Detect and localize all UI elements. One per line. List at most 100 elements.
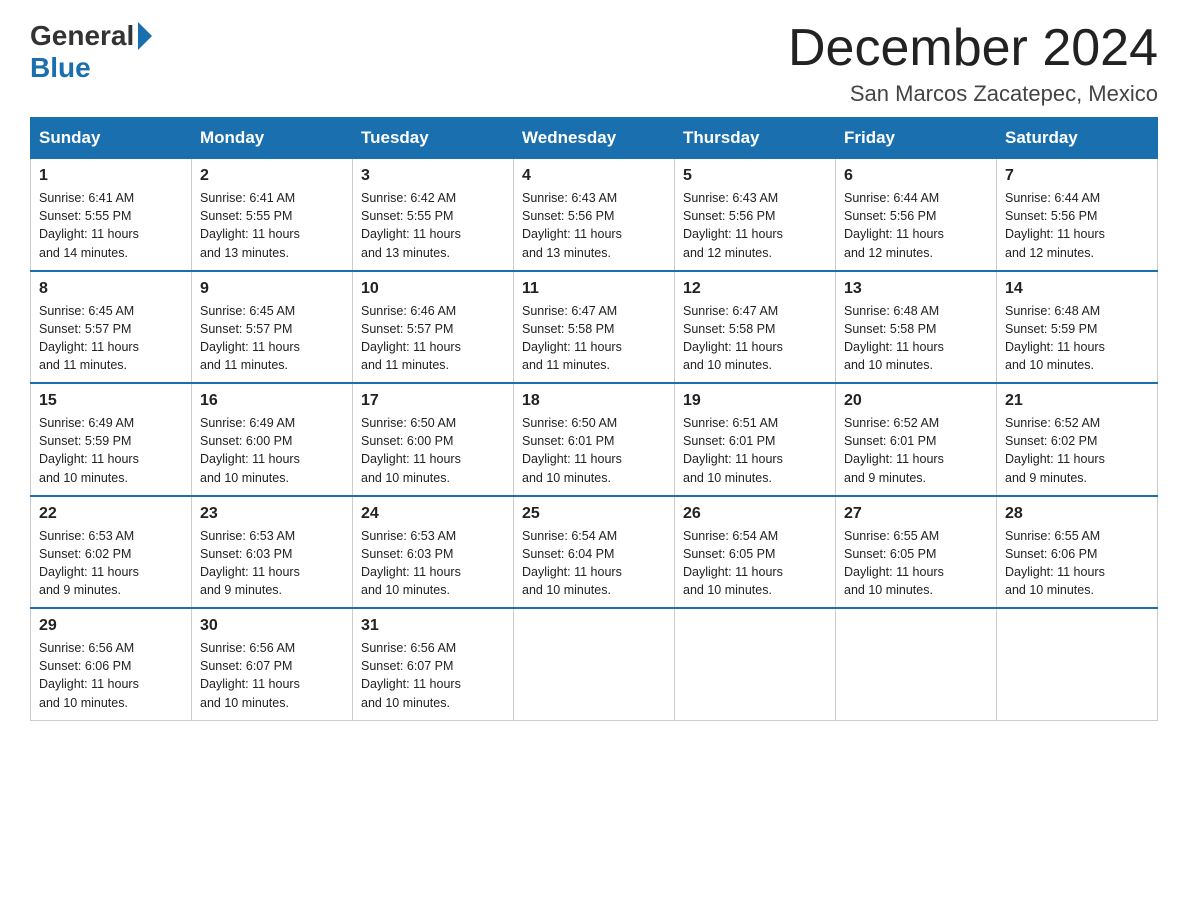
- day-number: 26: [683, 505, 827, 523]
- day-info: Sunrise: 6:47 AM Sunset: 5:58 PM Dayligh…: [522, 302, 666, 375]
- location-title: San Marcos Zacatepec, Mexico: [788, 81, 1158, 107]
- logo-general: General: [30, 20, 152, 52]
- day-info: Sunrise: 6:56 AM Sunset: 6:07 PM Dayligh…: [200, 639, 344, 712]
- calendar-cell: 20 Sunrise: 6:52 AM Sunset: 6:01 PM Dayl…: [836, 383, 997, 496]
- calendar-cell: 23 Sunrise: 6:53 AM Sunset: 6:03 PM Dayl…: [192, 496, 353, 609]
- calendar-cell: [997, 608, 1158, 720]
- day-number: 8: [39, 280, 183, 298]
- day-number: 18: [522, 392, 666, 410]
- calendar-cell: 17 Sunrise: 6:50 AM Sunset: 6:00 PM Dayl…: [353, 383, 514, 496]
- header-wednesday: Wednesday: [514, 118, 675, 159]
- page-header: General Blue December 2024 San Marcos Za…: [30, 20, 1158, 107]
- title-block: December 2024 San Marcos Zacatepec, Mexi…: [788, 20, 1158, 107]
- day-info: Sunrise: 6:48 AM Sunset: 5:59 PM Dayligh…: [1005, 302, 1149, 375]
- calendar-cell: 25 Sunrise: 6:54 AM Sunset: 6:04 PM Dayl…: [514, 496, 675, 609]
- day-number: 17: [361, 392, 505, 410]
- day-number: 24: [361, 505, 505, 523]
- calendar-cell: 15 Sunrise: 6:49 AM Sunset: 5:59 PM Dayl…: [31, 383, 192, 496]
- day-info: Sunrise: 6:50 AM Sunset: 6:00 PM Dayligh…: [361, 414, 505, 487]
- day-info: Sunrise: 6:53 AM Sunset: 6:03 PM Dayligh…: [361, 527, 505, 600]
- day-number: 27: [844, 505, 988, 523]
- calendar-cell: 9 Sunrise: 6:45 AM Sunset: 5:57 PM Dayli…: [192, 271, 353, 384]
- calendar-header-row: SundayMondayTuesdayWednesdayThursdayFrid…: [31, 118, 1158, 159]
- day-info: Sunrise: 6:49 AM Sunset: 6:00 PM Dayligh…: [200, 414, 344, 487]
- day-number: 22: [39, 505, 183, 523]
- calendar-cell: 18 Sunrise: 6:50 AM Sunset: 6:01 PM Dayl…: [514, 383, 675, 496]
- day-info: Sunrise: 6:53 AM Sunset: 6:03 PM Dayligh…: [200, 527, 344, 600]
- calendar-cell: 27 Sunrise: 6:55 AM Sunset: 6:05 PM Dayl…: [836, 496, 997, 609]
- calendar-cell: 13 Sunrise: 6:48 AM Sunset: 5:58 PM Dayl…: [836, 271, 997, 384]
- logo-general-text: General: [30, 20, 134, 52]
- day-number: 2: [200, 167, 344, 185]
- day-info: Sunrise: 6:48 AM Sunset: 5:58 PM Dayligh…: [844, 302, 988, 375]
- day-number: 9: [200, 280, 344, 298]
- day-number: 4: [522, 167, 666, 185]
- day-info: Sunrise: 6:55 AM Sunset: 6:06 PM Dayligh…: [1005, 527, 1149, 600]
- calendar-cell: 26 Sunrise: 6:54 AM Sunset: 6:05 PM Dayl…: [675, 496, 836, 609]
- day-number: 21: [1005, 392, 1149, 410]
- calendar-cell: 7 Sunrise: 6:44 AM Sunset: 5:56 PM Dayli…: [997, 159, 1158, 271]
- calendar-cell: 21 Sunrise: 6:52 AM Sunset: 6:02 PM Dayl…: [997, 383, 1158, 496]
- calendar-cell: 24 Sunrise: 6:53 AM Sunset: 6:03 PM Dayl…: [353, 496, 514, 609]
- calendar-cell: 22 Sunrise: 6:53 AM Sunset: 6:02 PM Dayl…: [31, 496, 192, 609]
- day-info: Sunrise: 6:42 AM Sunset: 5:55 PM Dayligh…: [361, 189, 505, 262]
- day-number: 25: [522, 505, 666, 523]
- day-number: 7: [1005, 167, 1149, 185]
- calendar-cell: 14 Sunrise: 6:48 AM Sunset: 5:59 PM Dayl…: [997, 271, 1158, 384]
- calendar-cell: 6 Sunrise: 6:44 AM Sunset: 5:56 PM Dayli…: [836, 159, 997, 271]
- calendar-table: SundayMondayTuesdayWednesdayThursdayFrid…: [30, 117, 1158, 721]
- calendar-cell: 11 Sunrise: 6:47 AM Sunset: 5:58 PM Dayl…: [514, 271, 675, 384]
- day-number: 23: [200, 505, 344, 523]
- month-title: December 2024: [788, 20, 1158, 77]
- logo-arrow-icon: [138, 22, 152, 50]
- day-number: 31: [361, 617, 505, 635]
- header-sunday: Sunday: [31, 118, 192, 159]
- day-info: Sunrise: 6:46 AM Sunset: 5:57 PM Dayligh…: [361, 302, 505, 375]
- calendar-cell: 28 Sunrise: 6:55 AM Sunset: 6:06 PM Dayl…: [997, 496, 1158, 609]
- calendar-cell: 8 Sunrise: 6:45 AM Sunset: 5:57 PM Dayli…: [31, 271, 192, 384]
- day-number: 12: [683, 280, 827, 298]
- day-number: 19: [683, 392, 827, 410]
- calendar-week-row: 8 Sunrise: 6:45 AM Sunset: 5:57 PM Dayli…: [31, 271, 1158, 384]
- day-info: Sunrise: 6:50 AM Sunset: 6:01 PM Dayligh…: [522, 414, 666, 487]
- day-info: Sunrise: 6:53 AM Sunset: 6:02 PM Dayligh…: [39, 527, 183, 600]
- day-info: Sunrise: 6:55 AM Sunset: 6:05 PM Dayligh…: [844, 527, 988, 600]
- calendar-cell: 3 Sunrise: 6:42 AM Sunset: 5:55 PM Dayli…: [353, 159, 514, 271]
- calendar-cell: [514, 608, 675, 720]
- calendar-cell: 10 Sunrise: 6:46 AM Sunset: 5:57 PM Dayl…: [353, 271, 514, 384]
- day-info: Sunrise: 6:43 AM Sunset: 5:56 PM Dayligh…: [522, 189, 666, 262]
- day-info: Sunrise: 6:45 AM Sunset: 5:57 PM Dayligh…: [39, 302, 183, 375]
- day-number: 28: [1005, 505, 1149, 523]
- calendar-week-row: 15 Sunrise: 6:49 AM Sunset: 5:59 PM Dayl…: [31, 383, 1158, 496]
- header-thursday: Thursday: [675, 118, 836, 159]
- day-info: Sunrise: 6:56 AM Sunset: 6:06 PM Dayligh…: [39, 639, 183, 712]
- day-info: Sunrise: 6:44 AM Sunset: 5:56 PM Dayligh…: [1005, 189, 1149, 262]
- day-info: Sunrise: 6:47 AM Sunset: 5:58 PM Dayligh…: [683, 302, 827, 375]
- day-info: Sunrise: 6:44 AM Sunset: 5:56 PM Dayligh…: [844, 189, 988, 262]
- day-info: Sunrise: 6:41 AM Sunset: 5:55 PM Dayligh…: [200, 189, 344, 262]
- header-saturday: Saturday: [997, 118, 1158, 159]
- day-number: 15: [39, 392, 183, 410]
- calendar-cell: 31 Sunrise: 6:56 AM Sunset: 6:07 PM Dayl…: [353, 608, 514, 720]
- header-monday: Monday: [192, 118, 353, 159]
- day-info: Sunrise: 6:51 AM Sunset: 6:01 PM Dayligh…: [683, 414, 827, 487]
- day-number: 20: [844, 392, 988, 410]
- calendar-cell: 2 Sunrise: 6:41 AM Sunset: 5:55 PM Dayli…: [192, 159, 353, 271]
- calendar-cell: 12 Sunrise: 6:47 AM Sunset: 5:58 PM Dayl…: [675, 271, 836, 384]
- calendar-cell: 4 Sunrise: 6:43 AM Sunset: 5:56 PM Dayli…: [514, 159, 675, 271]
- day-number: 1: [39, 167, 183, 185]
- calendar-cell: 16 Sunrise: 6:49 AM Sunset: 6:00 PM Dayl…: [192, 383, 353, 496]
- logo-blue-text: Blue: [30, 52, 91, 84]
- day-number: 30: [200, 617, 344, 635]
- day-number: 14: [1005, 280, 1149, 298]
- calendar-week-row: 22 Sunrise: 6:53 AM Sunset: 6:02 PM Dayl…: [31, 496, 1158, 609]
- day-info: Sunrise: 6:54 AM Sunset: 6:05 PM Dayligh…: [683, 527, 827, 600]
- day-number: 13: [844, 280, 988, 298]
- logo: General Blue: [30, 20, 152, 84]
- day-number: 10: [361, 280, 505, 298]
- calendar-cell: [675, 608, 836, 720]
- calendar-week-row: 29 Sunrise: 6:56 AM Sunset: 6:06 PM Dayl…: [31, 608, 1158, 720]
- day-info: Sunrise: 6:49 AM Sunset: 5:59 PM Dayligh…: [39, 414, 183, 487]
- header-friday: Friday: [836, 118, 997, 159]
- day-info: Sunrise: 6:41 AM Sunset: 5:55 PM Dayligh…: [39, 189, 183, 262]
